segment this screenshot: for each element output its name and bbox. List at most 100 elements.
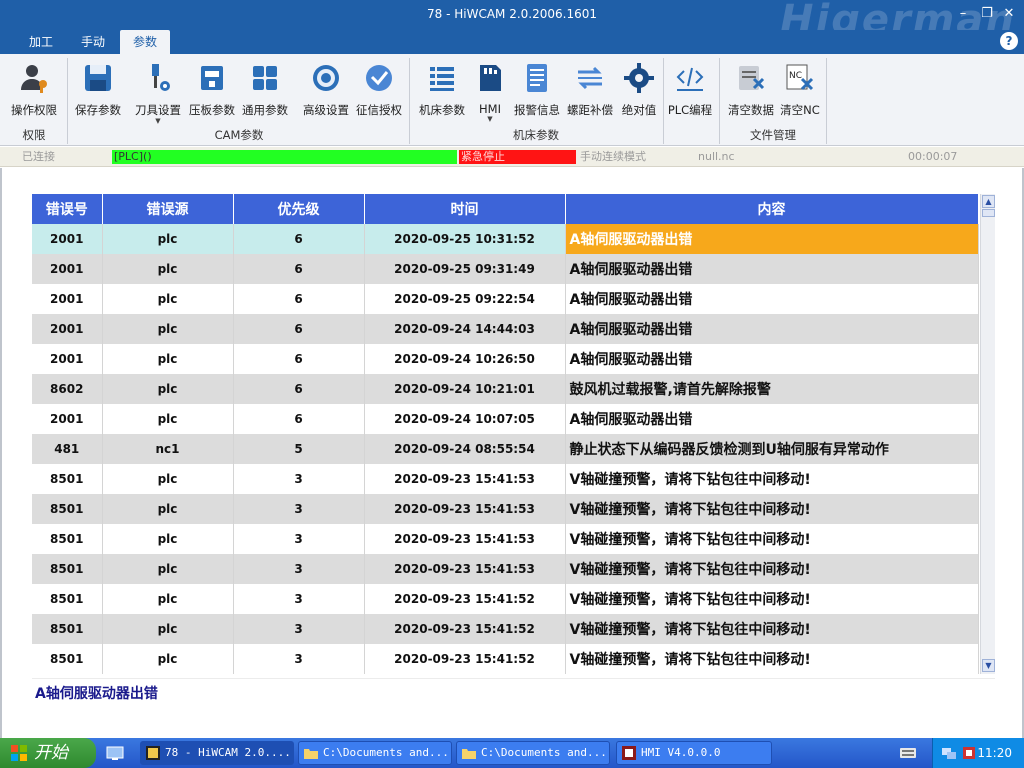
permissions-button[interactable]: 操作权限: [6, 58, 62, 134]
cell-error-source: plc: [102, 614, 234, 644]
cell-error-source: plc: [102, 524, 234, 554]
cell-time: 2020-09-23 15:41:52: [364, 584, 566, 614]
table-row[interactable]: 2001 plc 6 2020-09-24 14:44:03 A轴伺服驱动器出错: [32, 314, 979, 344]
cell-error-code: 2001: [32, 314, 103, 344]
cell-priority: 6: [233, 254, 365, 284]
table-row[interactable]: 8602 plc 6 2020-09-24 10:21:01 鼓风机过载报警,请首先解除…: [32, 374, 979, 404]
show-desktop-icon[interactable]: [106, 745, 124, 761]
alarm-info-label: 报警信息: [514, 103, 560, 117]
close-button[interactable]: ✕: [1000, 6, 1018, 22]
task-hmi[interactable]: HMI V4.0.0.0: [616, 741, 772, 765]
cell-error-code: 2001: [32, 344, 103, 374]
table-row[interactable]: 8501 plc 3 2020-09-23 15:41:52 V轴碰撞预警，请将下钻包往…: [32, 584, 979, 614]
tab-processing[interactable]: 加工: [18, 30, 64, 54]
save-parameters-button[interactable]: 保存参数: [71, 58, 125, 134]
machine-parameters-label: 机床参数: [419, 103, 465, 117]
cell-error-code: 8501: [32, 494, 103, 524]
restore-button[interactable]: ❐: [978, 6, 996, 22]
hmi-button[interactable]: HMI ▼: [474, 58, 506, 134]
table-row[interactable]: 8501 plc 3 2020-09-23 15:41:53 V轴碰撞预警，请将下钻包往…: [32, 464, 979, 494]
clamp-parameters-button[interactable]: 压板参数: [186, 58, 238, 134]
task-explorer-1[interactable]: C:\Documents and...: [298, 741, 452, 765]
alarm-info-button[interactable]: 报警信息: [511, 58, 563, 134]
table-row[interactable]: 481 nc1 5 2020-09-24 08:55:54 静止状态下从编码器反馈检测到…: [32, 434, 979, 464]
cell-priority: 3: [233, 464, 365, 494]
folder-icon: [304, 749, 318, 759]
alarm-detail-text: A轴伺服驱动器出错: [32, 678, 995, 708]
tab-parameters[interactable]: 参数: [120, 30, 170, 54]
machine-parameters-button[interactable]: 机床参数: [415, 58, 469, 134]
code-icon: [676, 67, 704, 91]
network-icon[interactable]: [941, 745, 957, 761]
pitch-compensation-button[interactable]: 螺距补偿: [564, 58, 616, 134]
column-header-time[interactable]: 时间: [364, 194, 566, 224]
authorization-button[interactable]: 征信授权: [353, 58, 405, 134]
column-header-priority[interactable]: 优先级: [233, 194, 365, 224]
table-row[interactable]: 2001 plc 6 2020-09-25 09:31:49 A轴伺服驱动器出错: [32, 254, 979, 284]
cell-priority: 6: [233, 284, 365, 314]
hmi-icon: [622, 746, 636, 760]
dropdown-arrow-icon: ▼: [487, 115, 493, 123]
help-icon[interactable]: ?: [1000, 32, 1018, 50]
cell-error-code: 8501: [32, 614, 103, 644]
arrows-icon: [578, 66, 602, 90]
table-row[interactable]: 8501 plc 3 2020-09-23 15:41:52 V轴碰撞预警，请将下钻包往…: [32, 614, 979, 644]
group-label-file: 文件管理: [750, 128, 796, 142]
scroll-down-icon[interactable]: ▼: [982, 659, 995, 672]
clear-nc-button[interactable]: NC 清空NC: [778, 58, 822, 134]
scroll-up-icon[interactable]: ▲: [982, 195, 995, 208]
keyboard-icon[interactable]: [900, 747, 916, 759]
minimize-button[interactable]: –: [954, 6, 972, 22]
cell-time: 2020-09-25 09:22:54: [364, 284, 566, 314]
start-label: 开始: [34, 743, 68, 763]
start-button[interactable]: 开始: [0, 738, 96, 768]
cell-error-source: plc: [102, 464, 234, 494]
column-header-error-code[interactable]: 错误号: [32, 194, 103, 224]
gear-icon: [624, 63, 654, 93]
cell-error-code: 2001: [32, 254, 103, 284]
cell-priority: 6: [233, 404, 365, 434]
cell-priority: 3: [233, 644, 365, 674]
clock: 11:20: [977, 746, 1012, 760]
emergency-stop-status: 紧急停止: [459, 150, 576, 164]
absolute-value-label: 绝对值: [621, 103, 657, 117]
table-row[interactable]: 2001 plc 6 2020-09-25 09:22:54 A轴伺服驱动器出错: [32, 284, 979, 314]
table-row[interactable]: 2001 plc 6 2020-09-25 10:31:52 A轴伺服驱动器出错: [32, 224, 979, 254]
cell-error-source: plc: [102, 284, 234, 314]
general-parameters-button[interactable]: 通用参数: [239, 58, 291, 134]
cell-error-code: 8501: [32, 464, 103, 494]
cell-time: 2020-09-24 08:55:54: [364, 434, 566, 464]
task-hiwcam-label: 78 - HiWCAM 2.0....: [165, 746, 291, 759]
task-explorer-2[interactable]: C:\Documents and...: [456, 741, 610, 765]
hmi-label: HMI: [479, 102, 501, 116]
table-row[interactable]: 8501 plc 3 2020-09-23 15:41:53 V轴碰撞预警，请将下钻包往…: [32, 554, 979, 584]
cell-content: 静止状态下从编码器反馈检测到U轴伺服有异常动作: [565, 434, 979, 464]
cell-time: 2020-09-24 10:26:50: [364, 344, 566, 374]
task-hiwcam[interactable]: 78 - HiWCAM 2.0....: [140, 741, 294, 765]
tool-settings-button[interactable]: 刀具设置 ▼: [131, 58, 185, 134]
table-row[interactable]: 8501 plc 3 2020-09-23 15:41:53 V轴碰撞预警，请将下钻包往…: [32, 494, 979, 524]
advanced-settings-button[interactable]: 高级设置: [300, 58, 352, 134]
table-row[interactable]: 8501 plc 3 2020-09-23 15:41:53 V轴碰撞预警，请将下钻包往…: [32, 524, 979, 554]
column-header-error-source[interactable]: 错误源: [102, 194, 234, 224]
table-row[interactable]: 8501 plc 3 2020-09-23 15:41:52 V轴碰撞预警，请将下钻包往…: [32, 644, 979, 674]
cell-time: 2020-09-23 15:41:53: [364, 494, 566, 524]
alarm-table: 错误号 错误源 优先级 时间 内容 2001 plc 6 2020-09-25 10:…: [32, 194, 979, 674]
sd-card-icon: [480, 65, 501, 91]
vertical-scrollbar[interactable]: ▲ ▼: [980, 194, 995, 674]
cell-content: V轴碰撞预警，请将下钻包往中间移动!: [565, 644, 979, 674]
column-header-content[interactable]: 内容: [565, 194, 979, 224]
clear-data-button[interactable]: 清空数据: [724, 58, 778, 134]
security-icon[interactable]: [961, 745, 977, 761]
table-row[interactable]: 2001 plc 6 2020-09-24 10:26:50 A轴伺服驱动器出错: [32, 344, 979, 374]
table-row[interactable]: 2001 plc 6 2020-09-24 10:07:05 A轴伺服驱动器出错: [32, 404, 979, 434]
plc-programming-button[interactable]: PLC编程: [666, 58, 714, 134]
cell-error-code: 8501: [32, 554, 103, 584]
tab-manual[interactable]: 手动: [70, 30, 116, 54]
cell-error-code: 2001: [32, 284, 103, 314]
cell-priority: 6: [233, 344, 365, 374]
scroll-thumb[interactable]: [982, 209, 995, 217]
absolute-value-button[interactable]: 绝对值: [618, 58, 660, 134]
general-parameters-label: 通用参数: [242, 103, 288, 117]
cell-priority: 3: [233, 494, 365, 524]
